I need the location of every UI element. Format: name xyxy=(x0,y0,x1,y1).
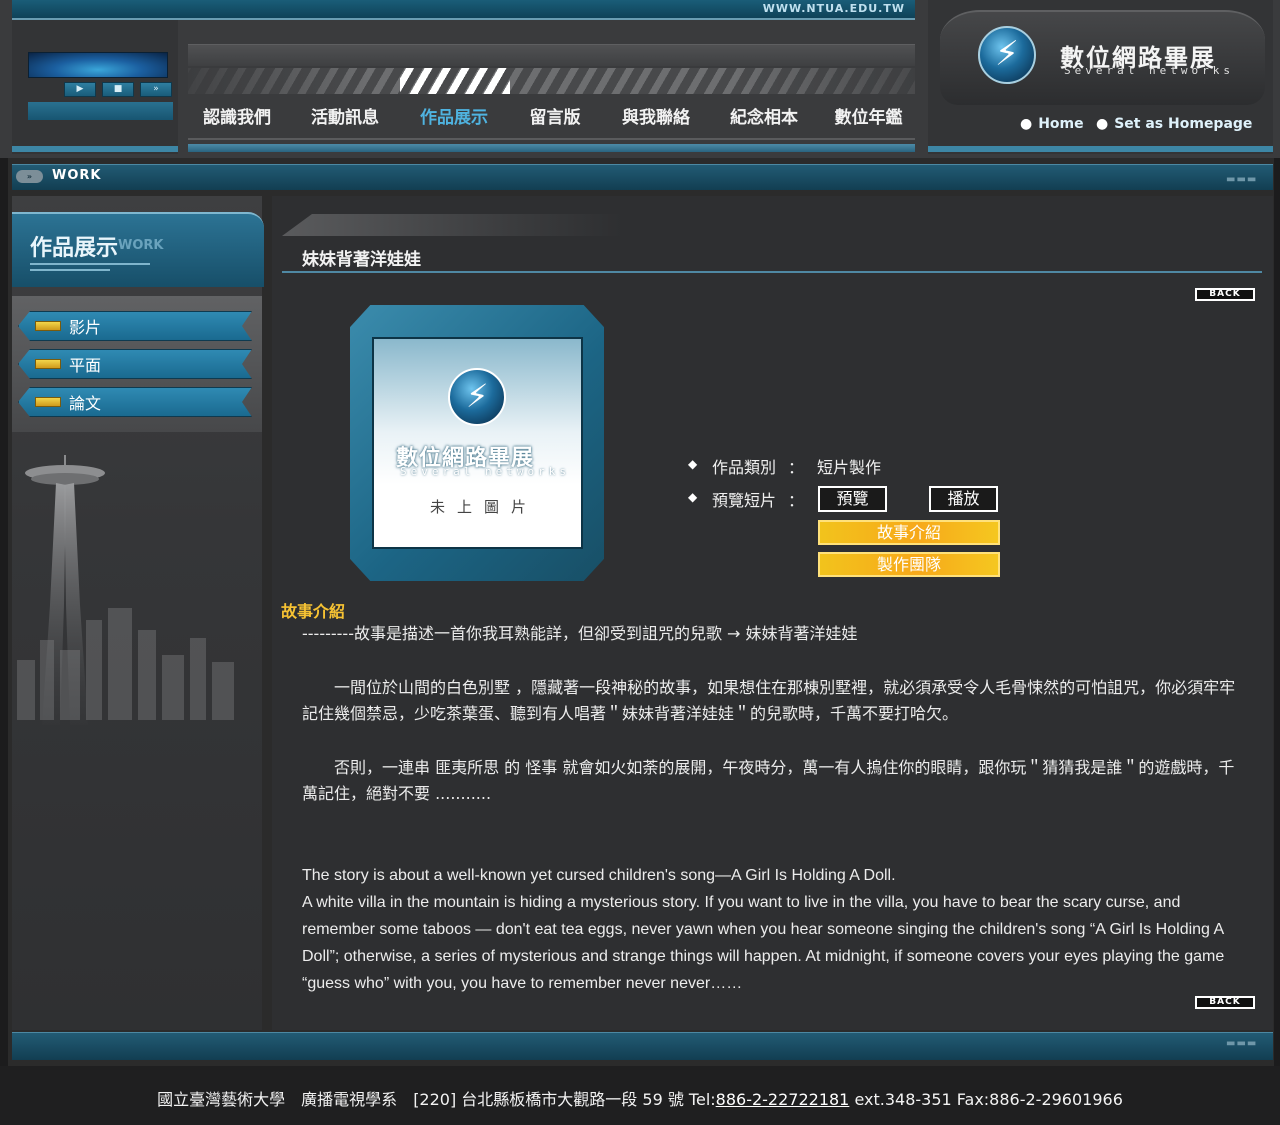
sidebar-item-label: 論文 xyxy=(69,394,102,413)
nav-about[interactable]: 認識我們 xyxy=(188,100,286,130)
stop-button[interactable]: ■ xyxy=(102,82,134,97)
footer-address: [220] 台北縣板橋市大觀路一段 59 號 Tel: xyxy=(413,1090,716,1109)
lightning-icon: ⚡ xyxy=(995,34,1019,74)
preview-label: 預覽短片 xyxy=(712,491,777,510)
story-heading: 故事介紹 xyxy=(281,602,346,621)
bullet-icon: ◆ xyxy=(688,457,698,471)
sidebar-item-label: 影片 xyxy=(69,318,102,337)
category-value: 短片製作 xyxy=(817,458,882,477)
logo-subtitle: Several networks xyxy=(1064,64,1234,77)
play-button[interactable]: ▶ xyxy=(64,82,96,97)
next-button[interactable]: » xyxy=(140,82,172,97)
skyline-decoration xyxy=(17,608,234,720)
main-nav: 認識我們 活動訊息 作品展示 留言版 與我聯絡 紀念相本 數位年鑑 xyxy=(188,100,915,130)
page-title: 妹妹背著洋娃娃 xyxy=(302,250,421,270)
title-decoration xyxy=(282,214,622,236)
divider xyxy=(188,144,915,152)
set-homepage-link[interactable]: ● Set as Homepage xyxy=(1096,116,1252,132)
sidebar-item-print[interactable]: 平面 xyxy=(18,349,252,379)
story-english-1: The story is about a well-known yet curs… xyxy=(302,867,896,884)
nav-album[interactable]: 紀念相本 xyxy=(706,100,822,130)
nav-events[interactable]: 活動訊息 xyxy=(286,100,404,130)
tag-icon xyxy=(35,321,61,331)
lightning-icon: ⚡ xyxy=(466,377,489,415)
sidebar-title: 作品展示 xyxy=(30,236,119,261)
story-lead: ---------故事是描述一首你我耳熟能詳，但卻受到詛咒的兒歌 → 妹妹背著洋… xyxy=(302,624,858,643)
hazard-fade xyxy=(188,68,915,94)
story-button[interactable]: 故事介紹 xyxy=(818,520,1000,545)
colon: ： xyxy=(788,491,805,510)
player-progress-bar[interactable] xyxy=(28,102,173,120)
sidebar-item-thesis[interactable]: 論文 xyxy=(18,387,252,417)
home-link[interactable]: ● Home xyxy=(1020,116,1084,132)
window-controls-icon: ▬▬▬ xyxy=(1226,1038,1258,1049)
divider xyxy=(12,146,178,152)
category-label: 作品類別 xyxy=(712,458,777,477)
no-image-text: 未上圖片 xyxy=(430,498,539,516)
left-rail xyxy=(0,0,8,1125)
sidebar-item-video[interactable]: 影片 xyxy=(18,311,252,341)
divider xyxy=(928,146,1273,152)
sidebar-title-en: WORK xyxy=(118,238,164,253)
footer-fax: ext.348-351 Fax:886-2-29601966 xyxy=(849,1090,1123,1109)
site-url: WWW.NTUA.EDU.TW xyxy=(762,2,905,15)
nav-works[interactable]: 作品展示 xyxy=(404,100,504,130)
team-button[interactable]: 製作團隊 xyxy=(818,552,1000,577)
bullet-icon: ● xyxy=(1096,116,1109,132)
tag-icon xyxy=(35,359,61,369)
nav-contact[interactable]: 與我聯絡 xyxy=(606,100,706,130)
bullet-icon: ◆ xyxy=(688,490,698,504)
story-paragraph-1: 一間位於山間的白色別墅 ，隱藏著一段神秘的故事，如果想住在那棟別墅裡，就必須承受… xyxy=(302,678,1236,723)
preview-button[interactable]: 預覽 xyxy=(818,486,887,512)
story-paragraph-2: 否則，一連串 匪夷所思 的 怪事 就會如火如荼的展開，午夜時分，萬一有人摀住你的… xyxy=(302,758,1235,803)
colon: ： xyxy=(788,458,805,477)
url-strip: WWW.NTUA.EDU.TW xyxy=(12,0,915,20)
footer-text: 國立臺灣藝術大學 廣播電視學系 [220] 台北縣板橋市大觀路一段 59 號 T… xyxy=(0,1086,1280,1110)
footer-tel-link[interactable]: 886-2-22722181 xyxy=(716,1090,850,1109)
right-rail xyxy=(1274,0,1280,1125)
footer-dept: 廣播電視學系 xyxy=(301,1090,398,1109)
section-bar xyxy=(12,164,1273,190)
nav-band xyxy=(188,44,915,66)
bottom-bar xyxy=(12,1032,1273,1060)
title-underline xyxy=(282,271,1262,273)
back-button-bottom[interactable]: BACK xyxy=(1195,996,1255,1009)
nav-yearbook[interactable]: 數位年鑑 xyxy=(822,100,915,130)
back-button-top[interactable]: BACK xyxy=(1195,288,1255,301)
sidebar-decoration xyxy=(30,263,150,271)
sidebar-item-label: 平面 xyxy=(69,356,102,375)
bullet-icon: ● xyxy=(1020,116,1033,132)
player-screen xyxy=(28,52,168,78)
placeholder-subtitle: Several networks xyxy=(400,465,570,478)
tag-icon xyxy=(35,397,61,407)
divider xyxy=(188,138,915,140)
section-arrow-icon: » xyxy=(16,170,43,183)
section-label: WORK xyxy=(52,168,102,183)
story-english-2: A white villa in the mountain is hiding … xyxy=(302,894,1225,992)
home-link-label: Home xyxy=(1038,116,1084,132)
footer-school: 國立臺灣藝術大學 xyxy=(157,1090,286,1109)
set-homepage-label: Set as Homepage xyxy=(1114,116,1253,132)
window-controls-icon: ▬▬▬ xyxy=(1226,174,1258,185)
play-video-button[interactable]: 播放 xyxy=(929,486,998,512)
nav-guestbook[interactable]: 留言版 xyxy=(504,100,606,130)
